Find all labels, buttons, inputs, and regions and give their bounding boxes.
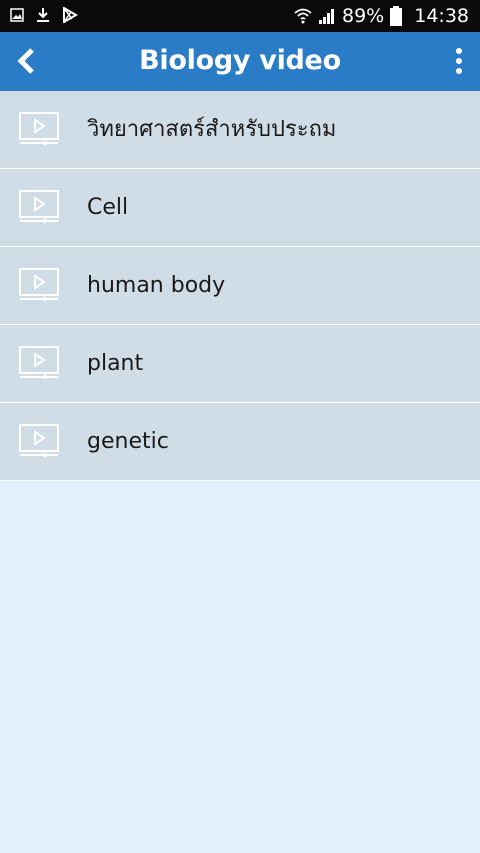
page-title: Biology video — [139, 45, 341, 76]
signal-icon — [319, 9, 334, 24]
list-item[interactable]: Cell — [0, 169, 480, 247]
list-item[interactable]: human body — [0, 247, 480, 325]
list-item-label: human body — [87, 273, 226, 298]
image-icon — [10, 8, 24, 22]
list-item[interactable]: วิทยาศาสตร์สำหรับประถม — [0, 91, 480, 169]
video-icon — [19, 268, 59, 302]
video-icon — [19, 112, 59, 146]
list-item-label: วิทยาศาสตร์สำหรับประถม — [87, 117, 337, 142]
list-item[interactable]: plant — [0, 325, 480, 403]
overflow-menu-button[interactable] — [452, 44, 466, 78]
chevron-left-icon — [17, 48, 34, 74]
back-button[interactable] — [12, 44, 40, 78]
status-system: 89% 14:38 — [294, 4, 469, 28]
list-item-label: genetic — [87, 429, 169, 454]
list-item-label: Cell — [87, 195, 129, 220]
list-item-label: plant — [87, 351, 144, 376]
video-icon — [19, 346, 59, 380]
download-icon — [37, 8, 49, 22]
battery-icon — [390, 6, 403, 26]
video-icon — [19, 190, 59, 224]
app-bar: Biology video — [0, 32, 480, 91]
list-item[interactable]: genetic — [0, 403, 480, 481]
battery-percent: 89% — [342, 5, 385, 27]
status-time: 14:38 — [414, 5, 469, 27]
video-icon — [19, 424, 59, 458]
more-vert-icon — [456, 48, 462, 54]
wifi-icon — [294, 8, 312, 24]
status-bar: 89% 14:38 — [0, 0, 480, 32]
play-store-icon — [63, 7, 78, 23]
video-list: วิทยาศาสตร์สำหรับประถม Cell human body p… — [0, 91, 480, 481]
status-notifications — [10, 7, 78, 23]
